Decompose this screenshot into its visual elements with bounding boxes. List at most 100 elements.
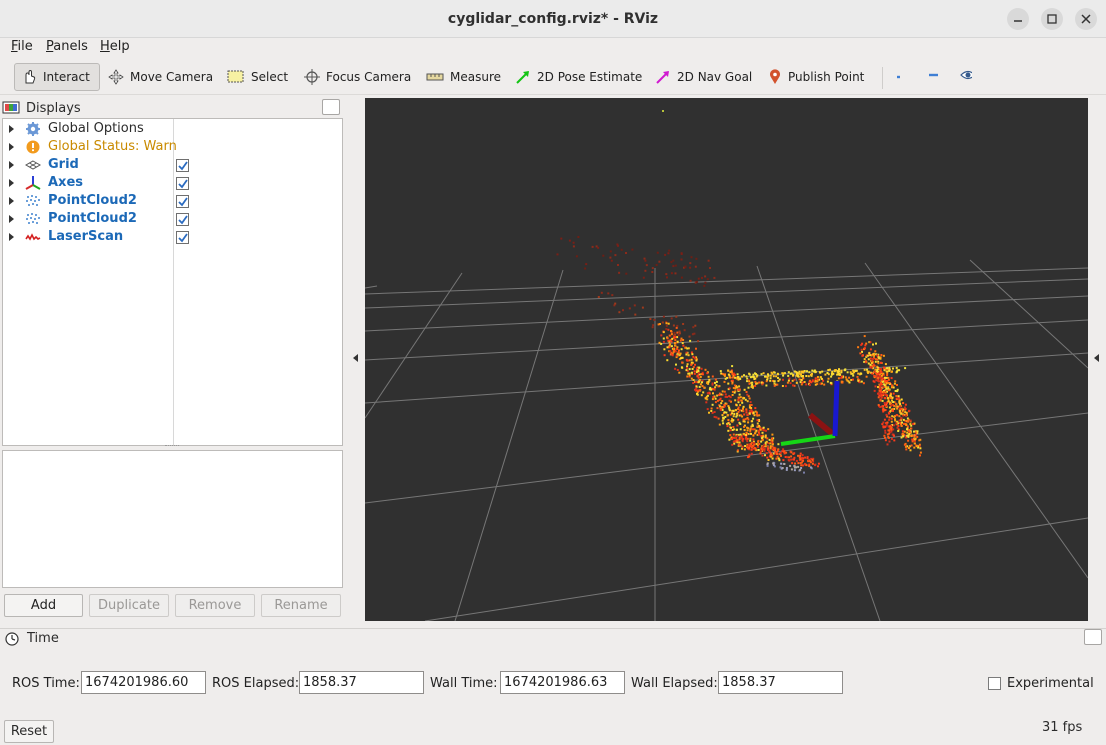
- display-enabled-checkbox[interactable]: [176, 177, 189, 190]
- cloud-point: [793, 465, 796, 468]
- expand-arrow[interactable]: [9, 179, 14, 187]
- cloud-point: [670, 340, 673, 343]
- cloud-point: [884, 439, 887, 442]
- cloud-point: [789, 372, 792, 375]
- view-options-button[interactable]: [954, 63, 984, 91]
- cloud-point: [675, 326, 678, 329]
- menu-file[interactable]: File: [11, 39, 33, 54]
- tree-row-pointcloud2-a[interactable]: PointCloud2: [3, 192, 342, 210]
- tree-row-global-status[interactable]: Global Status: Warn: [3, 138, 342, 156]
- ros-elapsed-field[interactable]: 1858.37: [299, 671, 424, 694]
- wall-elapsed-field[interactable]: 1858.37: [718, 671, 843, 694]
- cloud-point: [762, 426, 765, 429]
- cloud-point: [833, 369, 836, 372]
- displays-undock-button[interactable]: [322, 99, 340, 115]
- cloud-point: [895, 395, 898, 397]
- reset-button[interactable]: Reset: [4, 720, 54, 743]
- cloud-point: [714, 381, 716, 384]
- cloud-point: [734, 437, 737, 440]
- expand-arrow[interactable]: [9, 233, 14, 241]
- expand-arrow[interactable]: [9, 143, 14, 151]
- display-enabled-checkbox[interactable]: [176, 231, 189, 244]
- checkmark-icon: [178, 215, 188, 225]
- cloud-point: [743, 425, 745, 428]
- tree-row-global-options[interactable]: Global Options: [3, 120, 342, 138]
- menu-panels[interactable]: Panels: [46, 39, 88, 54]
- cloud-point: [746, 429, 749, 432]
- interact-tool[interactable]: Interact: [14, 63, 100, 91]
- cloud-point: [855, 369, 858, 372]
- cloud-point: [756, 422, 759, 425]
- cloud-point: [757, 439, 760, 442]
- expand-arrow[interactable]: [9, 125, 14, 133]
- cloud-point: [780, 454, 782, 457]
- splitter-handle[interactable]: [165, 445, 179, 448]
- cloud-point: [715, 416, 718, 419]
- remove-tool-button[interactable]: [922, 63, 950, 91]
- menu-help[interactable]: Help: [100, 39, 130, 54]
- close-button[interactable]: [1075, 8, 1097, 30]
- move-camera-tool[interactable]: Move Camera: [102, 63, 219, 91]
- expand-arrow[interactable]: [9, 197, 14, 205]
- expand-arrow[interactable]: [9, 215, 14, 223]
- cloud-point: [739, 443, 742, 446]
- time-undock-button[interactable]: [1084, 629, 1102, 645]
- cloud-point: [765, 452, 768, 455]
- tree-row-pointcloud2-b[interactable]: PointCloud2: [3, 210, 342, 228]
- display-enabled-checkbox[interactable]: [176, 159, 189, 172]
- duplicate-button[interactable]: Duplicate: [89, 594, 169, 617]
- cloud-point: [861, 354, 864, 357]
- display-enabled-checkbox[interactable]: [176, 195, 189, 208]
- pose-estimate-tool[interactable]: 2D Pose Estimate: [509, 63, 648, 91]
- cloud-point: [852, 374, 855, 377]
- cloud-point: [903, 430, 906, 433]
- add-button[interactable]: Add: [4, 594, 83, 617]
- cloud-point: [748, 380, 751, 383]
- experimental-checkbox[interactable]: [988, 677, 1001, 690]
- cloud-point: [761, 431, 764, 434]
- cloud-point: [799, 468, 802, 471]
- collapse-right-panel-arrow[interactable]: [1094, 354, 1099, 362]
- render-viewport[interactable]: [365, 98, 1088, 621]
- publish-point-tool[interactable]: Publish Point: [762, 63, 870, 91]
- tree-row-grid[interactable]: Grid: [3, 156, 342, 174]
- cloud-point: [908, 409, 911, 412]
- cloud-point: [721, 400, 724, 402]
- minimize-button[interactable]: [1007, 8, 1029, 30]
- cloud-point: [890, 430, 893, 433]
- cloud-point: [904, 403, 907, 406]
- cloud-point: [912, 434, 915, 437]
- tree-row-axes[interactable]: Axes: [3, 174, 342, 192]
- cloud-point: [885, 413, 888, 416]
- add-tool-button[interactable]: [890, 63, 912, 91]
- cloud-point: [892, 424, 895, 427]
- cloud-point: [733, 373, 736, 376]
- cloud-point: [900, 417, 903, 420]
- cloud-point: [680, 252, 683, 255]
- cloud-point: [708, 378, 711, 381]
- ros-time-field[interactable]: 1674201986.60: [81, 671, 206, 694]
- focus-camera-tool[interactable]: Focus Camera: [298, 63, 417, 91]
- expand-arrow[interactable]: [9, 161, 14, 169]
- nav-goal-tool[interactable]: 2D Nav Goal: [649, 63, 758, 91]
- tree-row-laserscan[interactable]: LaserScan: [3, 228, 342, 246]
- remove-button[interactable]: Remove: [175, 594, 255, 617]
- cloud-point: [766, 464, 769, 467]
- display-enabled-checkbox[interactable]: [176, 213, 189, 226]
- select-tool[interactable]: Select: [221, 63, 294, 91]
- wall-time-field[interactable]: 1674201986.63: [500, 671, 625, 694]
- cloud-point: [769, 374, 772, 377]
- cloud-point: [675, 315, 678, 318]
- cloud-point: [905, 414, 908, 417]
- cloud-point: [874, 358, 877, 361]
- measure-tool[interactable]: Measure: [420, 63, 507, 91]
- collapse-left-panel-arrow[interactable]: [353, 354, 358, 362]
- cloud-point: [743, 388, 746, 391]
- maximize-button[interactable]: [1041, 8, 1063, 30]
- cloud-point: [895, 422, 898, 425]
- rename-button[interactable]: Rename: [261, 594, 341, 617]
- cloud-point: [888, 369, 891, 372]
- cloud-point: [600, 291, 603, 294]
- cloud-point: [911, 440, 914, 443]
- cloud-point: [689, 339, 692, 342]
